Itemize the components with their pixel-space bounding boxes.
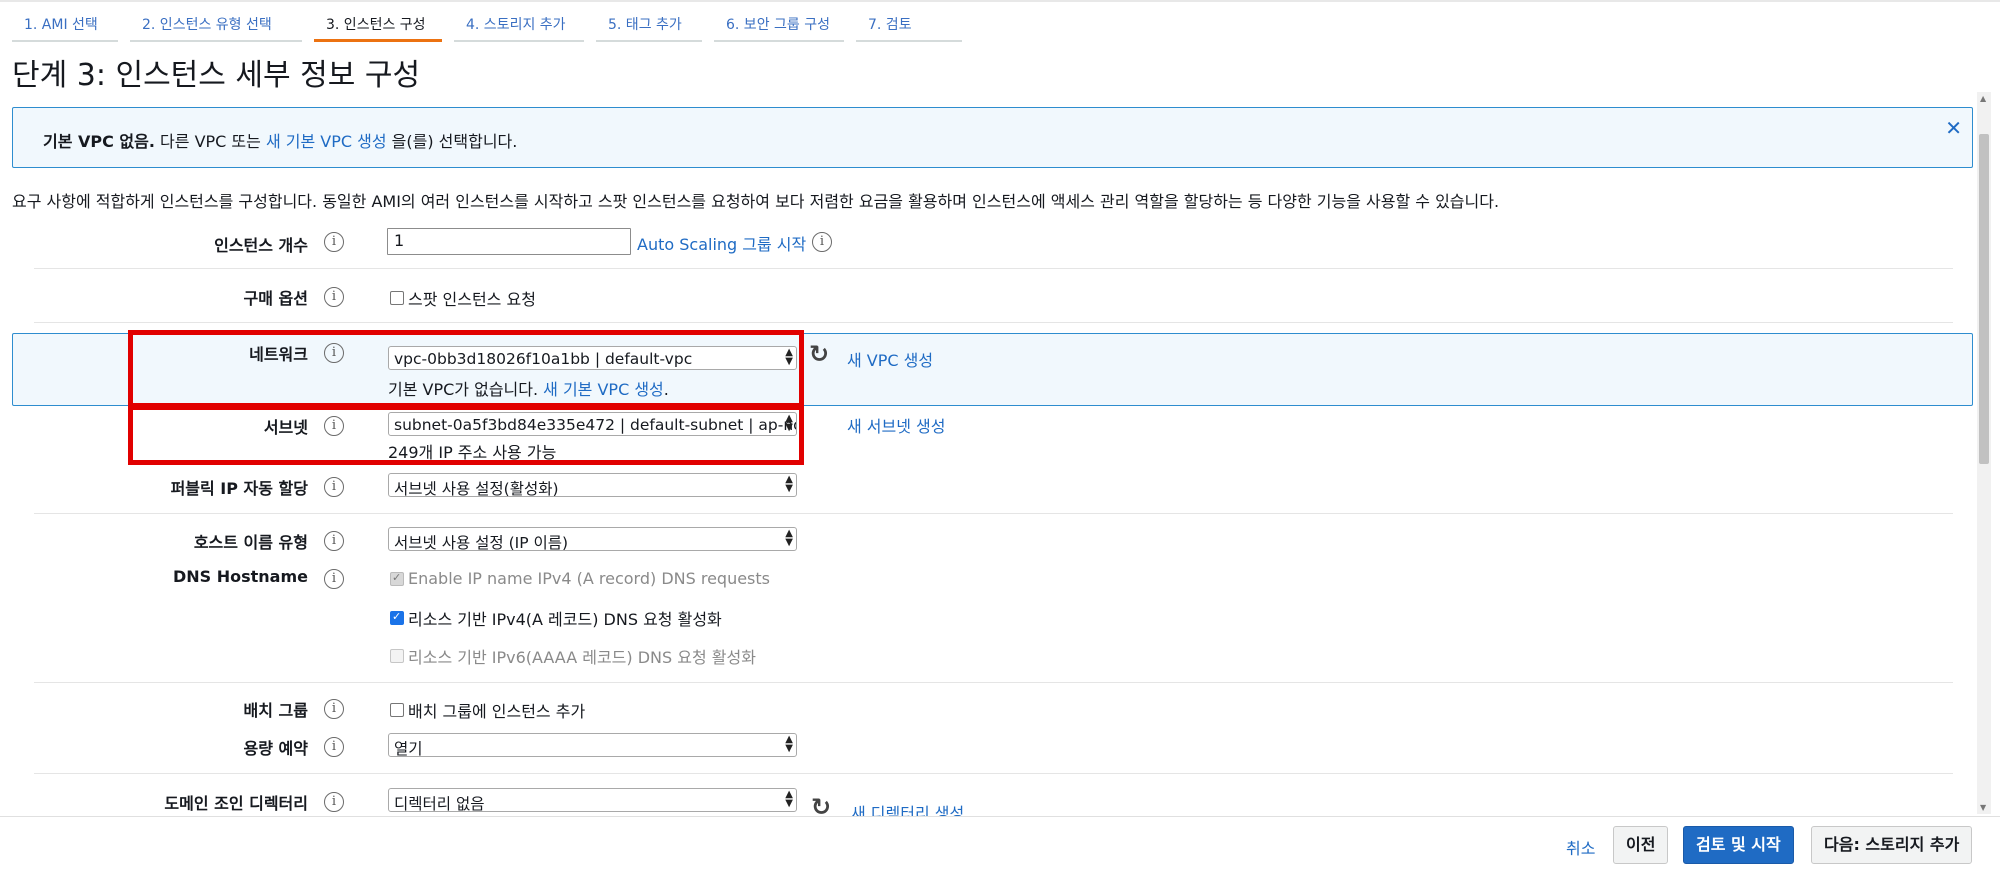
divider	[34, 513, 1953, 514]
select-arrow-icon: ▲ ▼	[785, 734, 793, 754]
info-icon[interactable]: i	[324, 531, 344, 551]
spot-request-checkbox[interactable]	[390, 291, 404, 305]
tab-add-tags[interactable]: 5. 태그 추가	[596, 10, 702, 42]
public-ip-label: 퍼블릭 IP 자동 할당	[170, 479, 308, 498]
previous-button[interactable]: 이전	[1613, 826, 1669, 864]
dns-ipv4-checkbox[interactable]	[390, 610, 404, 625]
info-alert: 기본 VPC 없음. 다른 VPC 또는 새 기본 VPC 생성 을(를) 선택…	[12, 107, 1973, 168]
divider	[34, 322, 1953, 323]
instance-count-label: 인스턴스 개수	[214, 236, 308, 255]
highlight-box-network	[128, 330, 804, 408]
tab-security-group[interactable]: 6. 보안 그룹 구성	[714, 10, 844, 42]
scroll-up-icon[interactable]: ▲	[1980, 94, 1986, 103]
domain-join-select[interactable]: 디렉터리 없음 ▲ ▼	[388, 788, 797, 812]
dns-ip-name-option: Enable IP name IPv4 (A record) DNS reque…	[390, 569, 770, 588]
info-icon[interactable]: i	[324, 287, 344, 307]
tab-add-storage[interactable]: 4. 스토리지 추가	[454, 10, 584, 42]
alert-message: 기본 VPC 없음. 다른 VPC 또는 새 기본 VPC 생성 을(를) 선택…	[43, 128, 517, 152]
review-launch-button[interactable]: 검토 및 시작	[1683, 826, 1794, 864]
auto-scaling-link[interactable]: Auto Scaling 그룹 시작	[637, 231, 806, 255]
alert-text-1: 다른 VPC 또는	[154, 132, 266, 151]
alert-bold: 기본 VPC 없음.	[43, 132, 155, 151]
next-add-storage-button[interactable]: 다음: 스토리지 추가	[1811, 826, 1973, 864]
placement-group-option[interactable]: 배치 그룹에 인스턴스 추가	[390, 698, 585, 722]
cancel-link[interactable]: 취소	[1566, 835, 1595, 859]
info-icon[interactable]: i	[324, 569, 344, 589]
close-icon[interactable]: ✕	[1945, 116, 1962, 140]
tab-ami[interactable]: 1. AMI 선택	[12, 10, 118, 42]
purchase-option-label: 구매 옵션	[243, 289, 308, 308]
page-description: 요구 사항에 적합하게 인스턴스를 구성합니다. 동일한 AMI의 여러 인스턴…	[12, 192, 1500, 211]
wizard-tabs: 1. AMI 선택 2. 인스턴스 유형 선택 3. 인스턴스 구성 4. 스토…	[12, 10, 974, 44]
scroll-down-icon[interactable]: ▼	[1980, 803, 1986, 812]
create-subnet-link[interactable]: 새 서브넷 생성	[847, 413, 946, 437]
placement-group-checkbox-label: 배치 그룹에 인스턴스 추가	[408, 702, 586, 721]
highlight-box-subnet	[128, 405, 804, 465]
tab-instance-type[interactable]: 2. 인스턴스 유형 선택	[130, 10, 302, 42]
dns-ipv6-checkbox	[390, 649, 404, 663]
select-arrow-icon: ▲ ▼	[785, 528, 793, 548]
tab-configure-instance[interactable]: 3. 인스턴스 구성	[314, 10, 442, 42]
alert-text-2: 을(를) 선택합니다.	[386, 132, 518, 151]
domain-join-value: 디렉터리 없음	[394, 795, 485, 812]
dns-ip-name-label: Enable IP name IPv4 (A record) DNS reque…	[408, 569, 770, 588]
refresh-icon[interactable]: ↻	[809, 340, 829, 368]
placement-group-checkbox[interactable]	[390, 703, 404, 717]
scrollbar-thumb[interactable]	[1979, 134, 1989, 464]
instance-count-input[interactable]: 1	[387, 228, 631, 255]
create-vpc-link[interactable]: 새 VPC 생성	[847, 347, 933, 371]
top-border	[0, 0, 2000, 2]
hostname-type-select[interactable]: 서브넷 사용 설정 (IP 이름) ▲ ▼	[388, 527, 797, 551]
capacity-reservation-value: 열기	[394, 740, 423, 757]
dns-ipv4-option[interactable]: 리소스 기반 IPv4(A 레코드) DNS 요청 활성화	[390, 606, 722, 630]
domain-join-label: 도메인 조인 디렉터리	[164, 794, 308, 813]
scrollbar[interactable]: ▲ ▼	[1977, 92, 1991, 814]
divider	[34, 773, 1953, 774]
info-icon[interactable]: i	[324, 232, 344, 252]
dns-ipv6-label: 리소스 기반 IPv6(AAAA 레코드) DNS 요청 활성화	[408, 648, 756, 667]
info-icon[interactable]: i	[324, 477, 344, 497]
placement-group-label: 배치 그룹	[243, 701, 308, 720]
dns-ipv6-option: 리소스 기반 IPv6(AAAA 레코드) DNS 요청 활성화	[390, 644, 756, 668]
capacity-reservation-select[interactable]: 열기 ▲ ▼	[388, 733, 797, 757]
spot-request-option[interactable]: 스팟 인스턴스 요청	[390, 286, 536, 310]
create-default-vpc-link[interactable]: 새 기본 VPC 생성	[266, 132, 387, 151]
info-icon[interactable]: i	[324, 737, 344, 757]
dns-hostname-label: DNS Hostname	[172, 567, 308, 586]
dns-ip-name-checkbox	[390, 571, 404, 586]
capacity-reservation-label: 용량 예약	[243, 739, 308, 758]
divider	[34, 268, 1953, 269]
select-arrow-icon: ▲ ▼	[785, 789, 793, 809]
divider	[34, 682, 1953, 683]
page-title: 단계 3: 인스턴스 세부 정보 구성	[12, 58, 421, 93]
hostname-type-label: 호스트 이름 유형	[193, 533, 308, 552]
tab-review[interactable]: 7. 검토	[856, 10, 962, 42]
info-icon[interactable]: i	[812, 232, 832, 252]
public-ip-select[interactable]: 서브넷 사용 설정(활성화) ▲ ▼	[388, 473, 797, 497]
spot-request-label: 스팟 인스턴스 요청	[408, 290, 536, 309]
select-arrow-icon: ▲ ▼	[785, 474, 793, 494]
hostname-type-value: 서브넷 사용 설정 (IP 이름)	[394, 534, 569, 551]
info-icon[interactable]: i	[324, 792, 344, 812]
dns-ipv4-label: 리소스 기반 IPv4(A 레코드) DNS 요청 활성화	[408, 610, 722, 629]
info-icon[interactable]: i	[324, 699, 344, 719]
public-ip-value: 서브넷 사용 설정(활성화)	[394, 480, 559, 497]
